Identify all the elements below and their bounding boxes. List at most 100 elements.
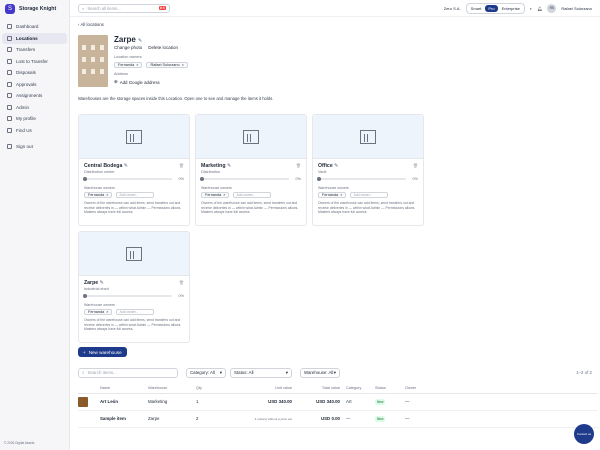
sidebar-item-dashboard[interactable]: Dashboard: [2, 21, 67, 33]
col-unit-value[interactable]: Unit value: [226, 384, 292, 394]
warehouse-card[interactable]: Zarpe ✎ 🗑︎ Industrial shed 0% Warehouse …: [78, 231, 190, 343]
sidebar-item-find-us[interactable]: Find Us: [2, 125, 67, 137]
edit-icon[interactable]: ✎: [334, 163, 338, 169]
slider-knob[interactable]: [83, 176, 87, 181]
add-owner-select[interactable]: Add owner...: [233, 192, 272, 198]
col-name[interactable]: Name: [100, 384, 148, 394]
owner-chip[interactable]: Fernanda ×: [318, 192, 347, 198]
sidebar-item-locations[interactable]: Locations: [2, 32, 67, 44]
col-total-value[interactable]: Total value: [292, 384, 340, 394]
status-value: Status: All: [234, 370, 254, 375]
slider-knob[interactable]: [200, 176, 204, 181]
owner-chip[interactable]: Rafael Solorzano ×: [146, 62, 188, 68]
col-category[interactable]: Category: [340, 384, 375, 394]
col-qty[interactable]: Qty: [196, 384, 226, 394]
sidebar-item-admin[interactable]: Admin: [2, 102, 67, 114]
add-owner-select[interactable]: Add owner...: [350, 192, 389, 198]
warehouse-owner-row: Fernanda × Add owner...: [318, 192, 389, 198]
edit-icon[interactable]: ✎: [138, 38, 142, 44]
owners-label: Location owners: [114, 55, 142, 59]
col-owner[interactable]: Owner: [405, 384, 598, 394]
status-select[interactable]: Status: All ▾: [230, 367, 292, 378]
trash-icon[interactable]: 🗑︎: [413, 163, 418, 168]
item-search-input[interactable]: ⌕ Search items...: [78, 367, 178, 378]
bell-icon[interactable]: 🔔︎: [537, 6, 542, 11]
add-address-button[interactable]: ⊕ Add Google address: [114, 79, 160, 85]
edit-icon[interactable]: ✎: [227, 163, 231, 169]
warehouse-name-text: Zarpe: [84, 280, 99, 286]
owner-chip[interactable]: Fernanda ×: [84, 192, 113, 198]
edit-icon[interactable]: ✎: [124, 163, 128, 169]
capacity-slider[interactable]: [83, 293, 172, 298]
contact-us-button[interactable]: Contact us: [574, 424, 594, 444]
trash-icon[interactable]: 🗑︎: [179, 163, 184, 168]
item-name[interactable]: Art León: [100, 393, 148, 411]
contact-us-label: Contact us: [576, 432, 592, 436]
owner-chip[interactable]: Fernanda ×: [84, 309, 113, 315]
capacity-percent: 0%: [412, 176, 419, 181]
user-name[interactable]: Rafael Solorzano: [561, 6, 592, 11]
trash-icon[interactable]: 🗑︎: [296, 163, 301, 168]
org-name[interactable]: Zeru S.A.: [444, 6, 461, 11]
owner-name: Rafael Solorzano: [150, 63, 180, 67]
sidebar-item-approvals[interactable]: Approvals: [2, 79, 67, 91]
window: [91, 57, 95, 62]
theme-toggle-icon[interactable]: ◐: [530, 6, 532, 11]
warehouse-name: Marketing ✎: [201, 163, 231, 169]
sidebar-item-lost[interactable]: Lost to Transfer: [2, 56, 67, 68]
sidebar-item-transfers[interactable]: Transfers: [2, 44, 67, 56]
item-name[interactable]: Sample item: [100, 410, 148, 428]
warehouse-image: [313, 115, 423, 159]
table-row[interactable]: Art León Marketing 1 USD 340.00 USD 340.…: [78, 393, 598, 411]
owner-chip[interactable]: Fernanda ×: [201, 192, 230, 198]
assignment-icon: [7, 93, 12, 99]
plan-smart[interactable]: Smart: [468, 5, 485, 12]
slider-knob[interactable]: [317, 176, 321, 181]
table-row[interactable]: Sample item Zarpe 2 2 units(s) without a…: [78, 410, 598, 428]
plan-pro[interactable]: Pro: [485, 4, 498, 12]
owner-chip[interactable]: Fernanda ×: [114, 62, 143, 68]
warehouse-card[interactable]: Marketing ✎ 🗑︎ Distribution 0% Warehouse…: [195, 114, 307, 226]
slider-knob[interactable]: [83, 293, 87, 298]
sidebar-item-disposals[interactable]: Disposals: [2, 67, 67, 79]
capacity-slider[interactable]: [200, 176, 289, 181]
delete-location-button[interactable]: Delete location: [148, 45, 178, 50]
brand[interactable]: S Storage Knight: [0, 0, 69, 17]
capacity-percent: 0%: [178, 176, 185, 181]
topbar: ⌕ Search all items... ⌘K Zeru S.A. Smart…: [70, 0, 600, 17]
col-status[interactable]: Status: [375, 384, 405, 394]
chevron-down-icon: ▾: [285, 369, 288, 375]
sidebar-item-profile[interactable]: My profile: [2, 113, 67, 125]
sidebar-item-assignments[interactable]: Assignments: [2, 90, 67, 102]
warehouse-value: Warehouse: All: [304, 370, 334, 375]
location-name: Zarpe: [114, 35, 136, 44]
avatar[interactable]: RS: [547, 3, 557, 13]
plan-enterprise[interactable]: Enterprise: [499, 5, 523, 12]
new-warehouse-button[interactable]: + New warehouse: [78, 347, 127, 357]
breadcrumb[interactable]: ‹ All locations: [78, 22, 104, 27]
warehouse-card[interactable]: Office ✎ 🗑︎ Vault 0% Warehouse owners Fe…: [312, 114, 424, 226]
sidebar-item-sign-out[interactable]: Sign out: [2, 141, 67, 153]
category-select[interactable]: Category: All ▾: [186, 367, 226, 378]
global-search-input[interactable]: ⌕ Search all items... ⌘K: [78, 3, 170, 13]
price-missing-note: 2 units(s) without a price set: [254, 417, 292, 421]
edit-icon[interactable]: ✎: [100, 280, 104, 286]
add-owner-select[interactable]: Add owner...: [116, 309, 155, 315]
window: [91, 69, 95, 74]
disposal-icon: [7, 70, 12, 76]
search-icon: ⌕: [82, 5, 85, 11]
warehouse-name-text: Office: [318, 163, 333, 169]
warehouse-select[interactable]: Warehouse: All ▾: [300, 367, 340, 378]
item-owner: —: [405, 410, 598, 428]
warehouse-name: Central Bodega ✎: [84, 163, 128, 169]
shortcut-badge: ⌘K: [158, 6, 166, 10]
plan-switcher: Smart Pro Enterprise: [465, 2, 525, 14]
capacity-slider[interactable]: [83, 176, 172, 181]
capacity-slider[interactable]: [317, 176, 406, 181]
add-owner-select[interactable]: Add owner...: [116, 192, 155, 198]
window: [82, 57, 86, 62]
warehouse-card[interactable]: Central Bodega ✎ 🗑︎ Distribution center …: [78, 114, 190, 226]
change-photo-button[interactable]: Change photo: [114, 45, 142, 50]
trash-icon[interactable]: 🗑︎: [179, 280, 184, 285]
col-warehouse[interactable]: Warehouse: [148, 384, 196, 394]
